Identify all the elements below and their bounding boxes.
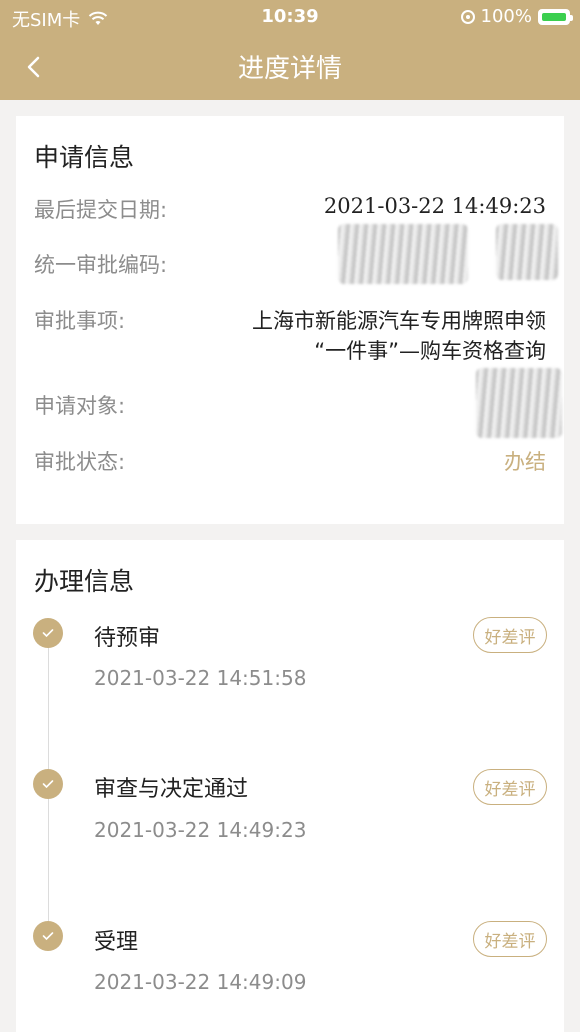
approval-item-value-line1: 上海市新能源汽车专用牌照申领 (252, 309, 546, 333)
application-info-card: 申请信息 最后提交日期: 2021-03-22 14:49:23 统一审批编码:… (16, 116, 564, 524)
approval-status-value: 办结 (504, 450, 546, 474)
rate-button[interactable]: 好差评 (473, 617, 547, 653)
timeline-dot (33, 921, 63, 951)
applicant-label: 申请对象: (34, 394, 126, 418)
processing-info-card: 办理信息 待预审 2021-03-22 14:51:58 好差评 审查与决定通过… (16, 540, 564, 1032)
approval-code-label: 统一审批编码: (34, 253, 168, 277)
step-time: 2021-03-22 14:51:58 (94, 666, 307, 690)
application-info-title: 申请信息 (34, 143, 135, 172)
timeline-dot (33, 618, 63, 648)
check-icon (42, 629, 54, 638)
redacted-applicant (476, 368, 562, 438)
processing-info-title: 办理信息 (34, 567, 135, 596)
battery-percent: 100% (480, 6, 532, 27)
approval-status-label: 审批状态: (34, 450, 126, 474)
approval-item-label: 审批事项: (34, 309, 126, 333)
timeline-dot (33, 769, 63, 799)
rate-button[interactable]: 好差评 (473, 769, 547, 805)
rate-button[interactable]: 好差评 (473, 921, 547, 957)
submit-date-label: 最后提交日期: (34, 198, 168, 222)
step-time: 2021-03-22 14:49:23 (94, 818, 307, 842)
check-icon (42, 780, 54, 789)
check-icon (42, 932, 54, 941)
header-bar: 无SIM卡 10:39 100% 进度详情 (0, 0, 580, 100)
status-bar: 无SIM卡 10:39 100% (0, 0, 580, 34)
status-right: 100% (460, 6, 573, 27)
step-title: 待预审 (94, 626, 161, 651)
approval-item-value-line2: “一件事”—购车资格查询 (314, 339, 546, 363)
battery-icon (538, 8, 573, 25)
step-time: 2021-03-22 14:49:09 (94, 970, 307, 994)
page-title: 进度详情 (237, 54, 342, 84)
redacted-approval-code-2 (496, 224, 558, 280)
orientation-lock-icon (460, 9, 475, 24)
redacted-approval-code (338, 224, 468, 284)
step-title: 审查与决定通过 (94, 777, 249, 802)
step-title: 受理 (94, 930, 139, 955)
submit-date-value: 2021-03-22 14:49:23 (323, 194, 546, 218)
